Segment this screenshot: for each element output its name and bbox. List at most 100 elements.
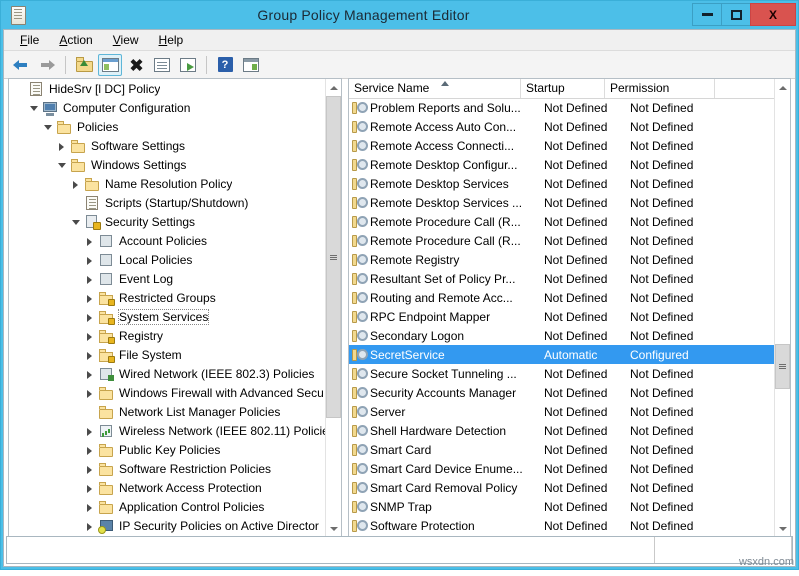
tree-expander-icon[interactable] — [27, 98, 42, 117]
tree-node-label: Public Key Policies — [119, 443, 220, 457]
maximize-button[interactable] — [721, 3, 750, 26]
menu-view[interactable]: View — [103, 32, 149, 48]
column-header-permission[interactable]: Permission — [605, 79, 715, 98]
table-row[interactable]: Software ProtectionNot DefinedNot Define… — [349, 516, 774, 535]
tree-node-13[interactable]: Registry — [9, 326, 325, 345]
help-icon[interactable]: ? — [213, 54, 237, 76]
table-row[interactable]: Shell Hardware DetectionNot DefinedNot D… — [349, 421, 774, 440]
table-row[interactable]: Remote Procedure Call (R...Not DefinedNo… — [349, 231, 774, 250]
tree-expander-icon[interactable] — [83, 383, 98, 402]
tree-expander-icon[interactable] — [83, 478, 98, 497]
tree-node-21[interactable]: Network Access Protection — [9, 478, 325, 497]
table-row[interactable]: Remote Access Auto Con...Not DefinedNot … — [349, 117, 774, 136]
delete-icon[interactable] — [124, 54, 148, 76]
tree-expander-icon[interactable] — [55, 136, 70, 155]
tree-expander-icon[interactable] — [83, 497, 98, 516]
properties-icon[interactable] — [150, 54, 174, 76]
cell-service-name: Remote Registry — [370, 253, 542, 267]
tree-node-9[interactable]: Local Policies — [9, 250, 325, 269]
tree-node-2[interactable]: Policies — [9, 117, 325, 136]
tree-expander-icon[interactable] — [83, 307, 98, 326]
tree-node-10[interactable]: Event Log — [9, 269, 325, 288]
table-row[interactable]: Smart Card Device Enume...Not DefinedNot… — [349, 459, 774, 478]
tree-node-11[interactable]: Restricted Groups — [9, 288, 325, 307]
table-row[interactable]: Routing and Remote Acc...Not DefinedNot … — [349, 288, 774, 307]
menu-file[interactable]: File — [10, 32, 49, 48]
tree-expander-icon[interactable] — [83, 326, 98, 345]
up-one-level-icon[interactable] — [72, 54, 96, 76]
table-row[interactable]: Secondary LogonNot DefinedNot Defined — [349, 326, 774, 345]
tree-expander-icon[interactable] — [41, 117, 56, 136]
tree-scroll-down-button[interactable] — [326, 520, 341, 536]
table-row[interactable]: Remote Desktop Configur...Not DefinedNot… — [349, 155, 774, 174]
tree-node-22[interactable]: Application Control Policies — [9, 497, 325, 516]
tree-expander-icon[interactable] — [83, 269, 98, 288]
tree-node-label: Windows Firewall with Advanced Secu — [119, 386, 324, 400]
tree-node-4[interactable]: Windows Settings — [9, 155, 325, 174]
tree-node-1[interactable]: Computer Configuration — [9, 98, 325, 117]
list-scroll-thumb[interactable] — [775, 344, 790, 389]
tree-node-23[interactable]: IP Security Policies on Active Director — [9, 516, 325, 535]
tree-expander-icon[interactable] — [83, 345, 98, 364]
tree-scroll-up-button[interactable] — [326, 79, 341, 95]
table-row[interactable]: Remote Desktop Services ...Not DefinedNo… — [349, 193, 774, 212]
forward-arrow-icon[interactable] — [35, 54, 59, 76]
tree-node-19[interactable]: Public Key Policies — [9, 440, 325, 459]
tree-expander-icon[interactable] — [69, 174, 84, 193]
close-button[interactable]: X — [750, 3, 796, 26]
back-arrow-icon[interactable] — [9, 54, 33, 76]
tree-expander-icon[interactable] — [83, 250, 98, 269]
table-row[interactable]: Remote RegistryNot DefinedNot Defined — [349, 250, 774, 269]
tree-expander-icon[interactable] — [55, 155, 70, 174]
table-row[interactable]: Smart Card Removal PolicyNot DefinedNot … — [349, 478, 774, 497]
tree-expander-icon[interactable] — [83, 440, 98, 459]
column-header-service-name[interactable]: Service Name — [349, 79, 521, 98]
tree-node-16[interactable]: Windows Firewall with Advanced Secu — [9, 383, 325, 402]
menu-action[interactable]: Action — [49, 32, 102, 48]
table-row[interactable]: Resultant Set of Policy Pr...Not Defined… — [349, 269, 774, 288]
tree-node-5[interactable]: Name Resolution Policy — [9, 174, 325, 193]
list-scroll-down-button[interactable] — [775, 520, 790, 536]
tree-node-14[interactable]: File System — [9, 345, 325, 364]
tree-expander-icon[interactable] — [83, 516, 98, 535]
tree-expander-icon[interactable] — [83, 231, 98, 250]
service-list-rows[interactable]: Problem Reports and Solu...Not DefinedNo… — [349, 98, 774, 536]
table-row[interactable]: Secure Socket Tunneling ...Not DefinedNo… — [349, 364, 774, 383]
list-vertical-scrollbar[interactable] — [774, 79, 790, 536]
export-list-icon[interactable] — [176, 54, 200, 76]
table-row[interactable]: Security Accounts ManagerNot DefinedNot … — [349, 383, 774, 402]
tree-node-20[interactable]: Software Restriction Policies — [9, 459, 325, 478]
table-row[interactable]: SNMP TrapNot DefinedNot Defined — [349, 497, 774, 516]
tree-node-0[interactable]: HideSrv [l DC] Policy — [9, 79, 325, 98]
console-tree[interactable]: HideSrv [l DC] PolicyComputer Configurat… — [9, 79, 325, 536]
tree-node-8[interactable]: Account Policies — [9, 231, 325, 250]
show-hide-tree-icon[interactable] — [98, 54, 122, 76]
minimize-button[interactable] — [692, 3, 721, 26]
tree-vertical-scrollbar[interactable] — [325, 79, 341, 536]
tree-node-17[interactable]: Network List Manager Policies — [9, 402, 325, 421]
table-row[interactable]: Smart CardNot DefinedNot Defined — [349, 440, 774, 459]
table-row[interactable]: Remote Desktop ServicesNot DefinedNot De… — [349, 174, 774, 193]
table-row[interactable]: Remote Procedure Call (R...Not DefinedNo… — [349, 212, 774, 231]
tree-expander-icon[interactable] — [83, 459, 98, 478]
tree-node-15[interactable]: Wired Network (IEEE 802.3) Policies — [9, 364, 325, 383]
list-scroll-up-button[interactable] — [775, 79, 790, 95]
tree-node-12[interactable]: System Services — [9, 307, 325, 326]
tree-expander-icon[interactable] — [69, 212, 84, 231]
show-action-pane-icon[interactable] — [239, 54, 263, 76]
table-row[interactable]: ServerNot DefinedNot Defined — [349, 402, 774, 421]
tree-node-3[interactable]: Software Settings — [9, 136, 325, 155]
tree-expander-icon[interactable] — [83, 288, 98, 307]
tree-node-6[interactable]: Scripts (Startup/Shutdown) — [9, 193, 325, 212]
tree-node-7[interactable]: Security Settings — [9, 212, 325, 231]
tree-expander-icon[interactable] — [83, 364, 98, 383]
table-row[interactable]: SecretServiceAutomaticConfigured — [349, 345, 774, 364]
tree-scroll-thumb[interactable] — [326, 96, 341, 418]
menu-help[interactable]: Help — [149, 32, 194, 48]
table-row[interactable]: Problem Reports and Solu...Not DefinedNo… — [349, 98, 774, 117]
tree-expander-icon[interactable] — [83, 421, 98, 440]
tree-node-18[interactable]: Wireless Network (IEEE 802.11) Policie — [9, 421, 325, 440]
table-row[interactable]: Remote Access Connecti...Not DefinedNot … — [349, 136, 774, 155]
column-header-startup[interactable]: Startup — [521, 79, 605, 98]
table-row[interactable]: RPC Endpoint MapperNot DefinedNot Define… — [349, 307, 774, 326]
